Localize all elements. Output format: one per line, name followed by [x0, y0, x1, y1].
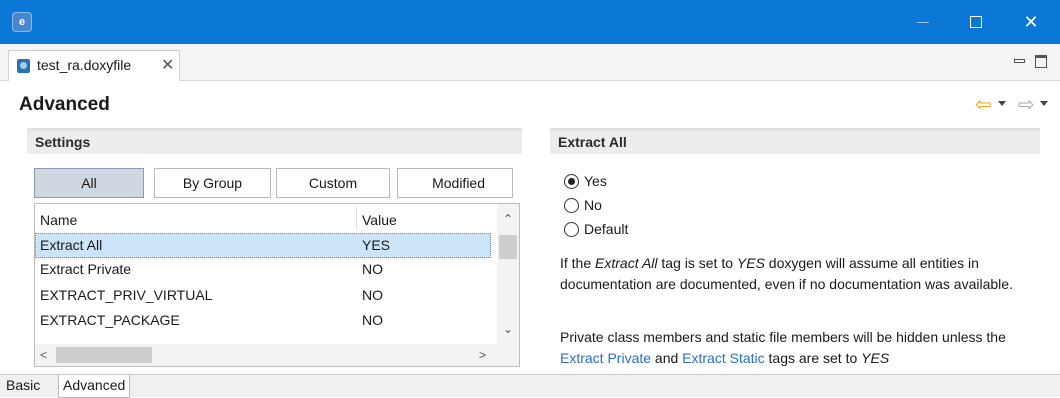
- extract-private-link[interactable]: Extract Private: [560, 350, 651, 366]
- settings-table: Name Value Extract All YES Extract Priva…: [34, 203, 520, 367]
- back-arrow-icon[interactable]: ⇦: [975, 95, 992, 115]
- window-maximize-button[interactable]: [952, 0, 998, 44]
- filter-all-button[interactable]: All: [34, 168, 144, 198]
- table-row[interactable]: EXTRACT_PACKAGE NO: [35, 309, 491, 334]
- desc-emphasis: YES: [861, 350, 890, 366]
- desc-emphasis: YES: [736, 255, 765, 271]
- scroll-down-icon[interactable]: ⌄: [503, 322, 513, 336]
- desc-emphasis: Extract All: [595, 255, 658, 271]
- page-title: Advanced: [19, 94, 110, 115]
- scrollbar-corner: [497, 344, 519, 366]
- radio-default-label: Default: [584, 221, 629, 237]
- desc-text: Private class members and static file me…: [560, 329, 1006, 345]
- filter-by-group-button[interactable]: By Group: [154, 168, 271, 198]
- editor-tab-doxyfile[interactable]: test_ra.doxyfile ✕: [8, 50, 180, 81]
- desc-text: If the: [560, 255, 596, 271]
- radio-unchecked-icon[interactable]: [564, 222, 579, 237]
- view-maximize-icon[interactable]: [1035, 55, 1047, 68]
- radio-no-label: No: [584, 197, 602, 213]
- desc-text: tag is set to: [657, 255, 737, 271]
- row-name: Extract Private: [40, 261, 132, 277]
- radio-checked-icon[interactable]: [564, 174, 579, 189]
- horizontal-scrollbar[interactable]: < >: [35, 344, 497, 366]
- window-close-button[interactable]: ✕: [1008, 0, 1054, 44]
- tab-basic[interactable]: Basic: [2, 375, 44, 398]
- table-row[interactable]: EXTRACT_PRIV_VIRTUAL NO: [35, 284, 491, 309]
- vertical-scroll-thumb[interactable]: [499, 235, 517, 259]
- row-value: NO: [362, 312, 383, 328]
- bottom-tab-bar: Basic Advanced: [0, 374, 1060, 398]
- table-header: Name Value: [35, 204, 497, 233]
- eclipse-app-icon: e: [12, 12, 32, 32]
- scroll-right-icon[interactable]: >: [479, 348, 486, 362]
- maximize-icon: [970, 16, 982, 28]
- window-titlebar: e ✕: [0, 0, 1060, 44]
- column-header-value[interactable]: Value: [362, 212, 397, 228]
- view-minimize-icon[interactable]: [1014, 59, 1025, 63]
- back-dropdown-icon[interactable]: [998, 101, 1006, 106]
- row-name: Extract All: [40, 237, 103, 253]
- description-paragraph-2: Private class members and static file me…: [560, 327, 1035, 369]
- row-value: YES: [362, 237, 391, 253]
- detail-panel: Extract All Yes No Default If the Extrac…: [550, 128, 1040, 371]
- table-row[interactable]: Extract All YES: [35, 233, 491, 258]
- window-minimize-button[interactable]: [900, 0, 946, 44]
- filter-custom-button[interactable]: Custom: [276, 168, 390, 198]
- row-name: EXTRACT_PRIV_VIRTUAL: [40, 287, 213, 303]
- editor-tab-strip: test_ra.doxyfile ✕: [0, 44, 1060, 81]
- vertical-scrollbar[interactable]: ⌃ ⌄: [497, 204, 519, 344]
- forward-dropdown-icon[interactable]: [1040, 101, 1048, 106]
- row-name: EXTRACT_PACKAGE: [40, 312, 180, 328]
- desc-text: and: [651, 350, 683, 366]
- scroll-up-icon[interactable]: ⌃: [503, 212, 513, 226]
- detail-header: Extract All: [550, 128, 1040, 154]
- filter-modified-button[interactable]: Modified: [397, 168, 513, 198]
- extract-static-link[interactable]: Extract Static: [682, 350, 764, 366]
- close-icon: ✕: [1023, 12, 1039, 32]
- detail-header-label: Extract All: [558, 134, 627, 150]
- settings-header-label: Settings: [35, 134, 91, 150]
- scroll-left-icon[interactable]: <: [40, 348, 47, 362]
- minimize-icon: [917, 22, 929, 23]
- radio-unchecked-icon[interactable]: [564, 198, 579, 213]
- row-value: NO: [362, 261, 383, 277]
- tab-advanced[interactable]: Advanced: [58, 375, 131, 398]
- settings-header: Settings: [27, 128, 522, 154]
- column-divider[interactable]: [356, 206, 357, 230]
- description-paragraph-1: If the Extract All tag is set to YES dox…: [560, 253, 1035, 295]
- editor-tab-label: test_ra.doxyfile: [37, 57, 132, 73]
- desc-text: tags are set to: [764, 350, 862, 366]
- table-row[interactable]: Extract Private NO: [35, 258, 491, 283]
- tab-close-icon[interactable]: ✕: [161, 55, 174, 75]
- radio-yes-label: Yes: [584, 173, 607, 189]
- doxyfile-icon: [17, 59, 30, 73]
- settings-panel: Settings All By Group Custom Modified Na…: [27, 128, 522, 371]
- row-value: NO: [362, 287, 383, 303]
- horizontal-scroll-thumb[interactable]: [56, 347, 152, 363]
- forward-arrow-icon[interactable]: ⇨: [1018, 95, 1035, 115]
- column-header-name[interactable]: Name: [40, 212, 77, 228]
